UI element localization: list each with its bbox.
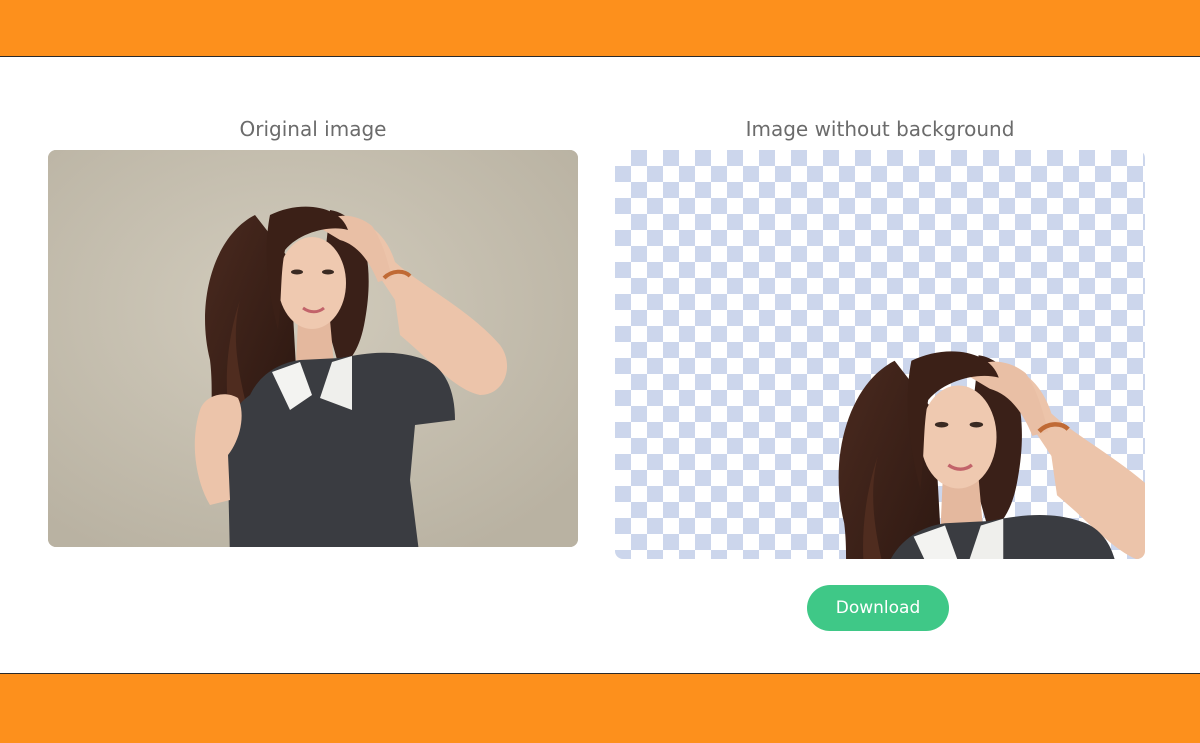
original-image bbox=[48, 150, 578, 547]
result-image-title: Image without background bbox=[745, 117, 1015, 141]
header-bar bbox=[0, 0, 1200, 57]
original-image-title: Original image bbox=[239, 117, 387, 141]
portrait-cutout bbox=[615, 150, 1145, 559]
portrait-photo bbox=[48, 150, 578, 547]
footer-bar bbox=[0, 673, 1200, 743]
background-removed-image bbox=[615, 150, 1145, 559]
download-button[interactable]: Download bbox=[807, 585, 949, 631]
person-cutout-figure bbox=[827, 351, 1145, 559]
